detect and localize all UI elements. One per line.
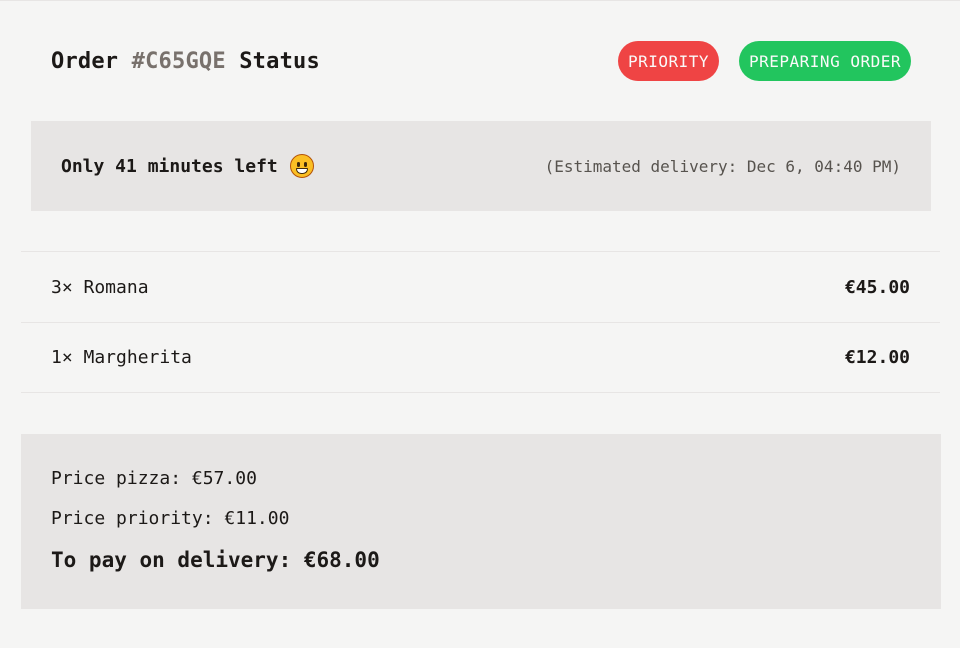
order-header: Order #C65GQE Status PRIORITY PREPARING … — [51, 41, 911, 81]
item-name: 1× Margherita — [51, 347, 192, 368]
page-title: Order #C65GQE Status — [51, 49, 320, 74]
list-item: 1× Margherita €12.00 — [21, 322, 940, 393]
delivery-time-box: Only 41 minutes left (Estimated delivery… — [31, 121, 931, 211]
status-badge: PREPARING ORDER — [739, 41, 911, 81]
order-status-page: Order #C65GQE Status PRIORITY PREPARING … — [0, 0, 960, 648]
time-left: Only 41 minutes left — [61, 154, 314, 178]
title-suffix: Status — [225, 48, 320, 74]
estimated-delivery: (Estimated delivery: Dec 6, 04:40 PM) — [544, 156, 901, 176]
title-prefix: Order — [51, 48, 132, 74]
grinning-face-icon — [289, 154, 314, 178]
top-divider — [0, 0, 960, 1]
price-priority: Price priority: €11.00 — [51, 508, 290, 529]
item-price: €45.00 — [844, 276, 910, 298]
order-id: #C65GQE — [131, 48, 226, 74]
total-to-pay: To pay on delivery: €68.00 — [51, 548, 380, 572]
list-item: 3× Romana €45.00 — [21, 251, 940, 322]
price-summary: Price pizza: €57.00 Price priority: €11.… — [21, 434, 941, 609]
time-left-text: Only 41 minutes left — [61, 155, 278, 177]
order-items-list: 3× Romana €45.00 1× Margherita €12.00 — [21, 251, 940, 393]
item-name: 3× Romana — [51, 276, 149, 298]
priority-badge: PRIORITY — [617, 41, 719, 81]
status-badges: PRIORITY PREPARING ORDER — [617, 41, 911, 81]
price-pizza: Price pizza: €57.00 — [51, 468, 257, 489]
item-price: €12.00 — [844, 347, 910, 368]
